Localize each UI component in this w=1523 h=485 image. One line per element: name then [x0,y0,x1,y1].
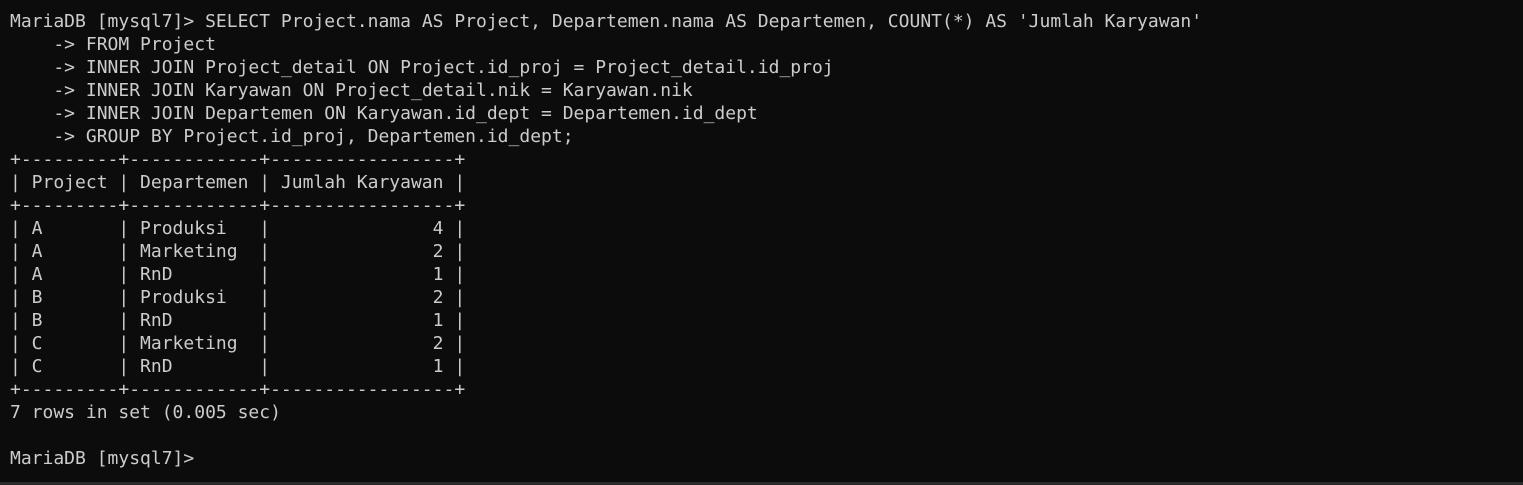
continuation-prefix: -> [10,126,76,147]
continuation-prefix: -> [10,103,76,124]
query-continuation-line: -> GROUP BY Project.id_proj, Departemen.… [10,125,1523,148]
query-first-line: MariaDB [mysql7]> SELECT Project.nama AS… [10,10,1523,33]
table-row: | B | RnD | 1 | [10,310,466,331]
table-row: | A | Produksi | 4 | [10,218,466,239]
prompt: MariaDB [mysql7]> [10,11,195,32]
query-join-departemen-text: INNER JOIN Departemen ON Karyawan.id_dep… [85,103,758,124]
table-header-row: | Project | Departemen | Jumlah Karyawan… [10,172,466,193]
query-continuation-line: -> FROM Project [10,33,1523,56]
query-join-karyawan-text: INNER JOIN Karyawan ON Project_detail.ni… [85,80,693,101]
command-input-line[interactable]: MariaDB [mysql7]> [10,447,1523,470]
final-prompt: MariaDB [mysql7]> [10,448,195,469]
query-group-by-text: GROUP BY Project.id_proj, Departemen.id_… [85,126,574,147]
terminal-window[interactable]: MariaDB [mysql7]> SELECT Project.nama AS… [0,0,1523,485]
query-continuation-line: -> INNER JOIN Karyawan ON Project_detail… [10,79,1523,102]
query-select-text: SELECT Project.nama AS Project, Departem… [205,11,1203,32]
query-continuation-line: -> INNER JOIN Departemen ON Karyawan.id_… [10,102,1523,125]
query-continuation-line: -> INNER JOIN Project_detail ON Project.… [10,56,1523,79]
table-row: | C | RnD | 1 | [10,356,466,377]
table-row: | C | Marketing | 2 | [10,333,466,354]
table-border-header: +---------+------------+----------------… [10,195,466,216]
status-line: 7 rows in set (0.005 sec) [10,402,281,423]
table-border-top: +---------+------------+----------------… [10,149,466,170]
table-row: | A | Marketing | 2 | [10,241,466,262]
continuation-prefix: -> [10,57,76,78]
continuation-prefix: -> [10,34,76,55]
query-join-project-detail-text: INNER JOIN Project_detail ON Project.id_… [85,57,834,78]
table-border-bottom: +---------+------------+----------------… [10,379,466,400]
continuation-prefix: -> [10,80,76,101]
query-from-text: FROM Project [85,34,216,55]
table-row: | B | Produksi | 2 | [10,287,466,308]
table-row: | A | RnD | 1 | [10,264,466,285]
